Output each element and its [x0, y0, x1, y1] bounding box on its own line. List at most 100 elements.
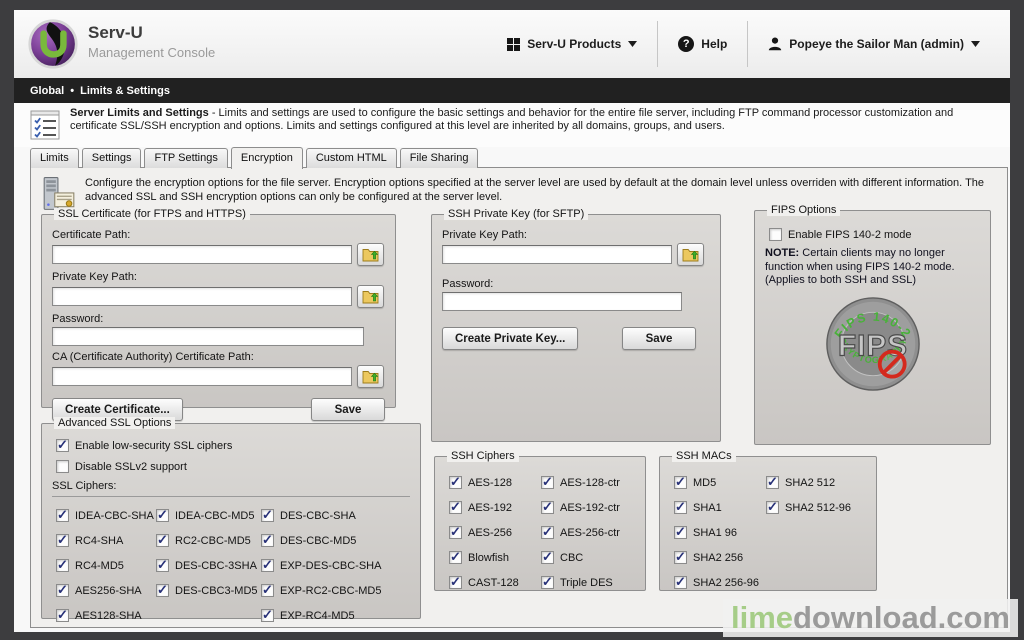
fips-140-2-badge: FIPS 140-2 CRYPTOGRAPHY FIPS: [825, 296, 921, 392]
checkbox[interactable]: [261, 559, 274, 572]
checkbox[interactable]: [674, 551, 687, 564]
tab[interactable]: File Sharing: [400, 148, 479, 168]
cipher-checkbox-row[interactable]: EXP-DES-CBC-SHA: [261, 557, 381, 574]
checkbox[interactable]: [541, 476, 554, 489]
checkbox[interactable]: [56, 509, 69, 522]
enable-fips-checkbox-row[interactable]: Enable FIPS 140-2 mode: [769, 226, 980, 243]
checkbox-label: SHA2 512-96: [785, 502, 851, 514]
cipher-checkbox-row[interactable]: AES-256: [449, 524, 541, 541]
mac-checkbox-row[interactable]: SHA1: [674, 499, 766, 516]
ssl-cipher-column: IDEA-CBC-SHA RC4-SHA RC4-MD5: [56, 503, 156, 628]
mac-checkbox-row[interactable]: SHA1 96: [674, 524, 766, 541]
cipher-checkbox-row[interactable]: AES256-SHA: [56, 582, 156, 599]
checkbox[interactable]: [766, 501, 779, 514]
user-menu[interactable]: Popeye the Sailor Man (admin): [748, 37, 1000, 51]
browse-ssh-private-key-button[interactable]: [677, 243, 704, 266]
ssh-save-button[interactable]: Save: [622, 327, 696, 350]
cipher-checkbox-row[interactable]: DES-CBC-3SHA: [156, 557, 261, 574]
screenshot-frame: Serv-U Management Console Serv-U Product…: [0, 0, 1024, 640]
checkbox[interactable]: [261, 584, 274, 597]
cipher-checkbox-row[interactable]: AES-128: [449, 474, 541, 491]
checkbox[interactable]: [541, 576, 554, 589]
checkbox[interactable]: [156, 559, 169, 572]
cipher-checkbox-row[interactable]: Triple DES: [541, 574, 620, 591]
ssl-private-key-path-input[interactable]: [52, 287, 352, 306]
app-title: Serv-U: [88, 23, 215, 43]
checkbox[interactable]: [674, 476, 687, 489]
ssl-option-checkbox-row[interactable]: Enable low-security SSL ciphers: [56, 437, 410, 454]
checkbox[interactable]: [56, 559, 69, 572]
cipher-checkbox-row[interactable]: RC2-CBC-MD5: [156, 532, 261, 549]
cipher-checkbox-row[interactable]: EXP-RC4-MD5: [261, 607, 381, 624]
checkbox[interactable]: [766, 476, 779, 489]
checkbox[interactable]: [449, 526, 462, 539]
checkbox[interactable]: [674, 501, 687, 514]
tab[interactable]: Limits: [30, 148, 79, 168]
ssh-private-key-path-input[interactable]: [442, 245, 672, 264]
checkbox[interactable]: [56, 439, 69, 452]
cipher-checkbox-row[interactable]: Blowfish: [449, 549, 541, 566]
ca-certificate-path-input[interactable]: [52, 367, 352, 386]
checkbox[interactable]: [449, 476, 462, 489]
checkbox[interactable]: [56, 460, 69, 473]
mac-checkbox-row[interactable]: SHA2 256: [674, 549, 766, 566]
checkbox[interactable]: [449, 501, 462, 514]
checkbox-label: SHA1: [693, 502, 722, 514]
mac-checkbox-row[interactable]: SHA2 512: [766, 474, 851, 491]
cipher-checkbox-row[interactable]: IDEA-CBC-SHA: [56, 507, 156, 524]
products-menu[interactable]: Serv-U Products: [487, 37, 657, 51]
checkbox[interactable]: [156, 584, 169, 597]
mac-checkbox-row[interactable]: SHA2 512-96: [766, 499, 851, 516]
checkbox[interactable]: [56, 534, 69, 547]
mac-checkbox-row[interactable]: MD5: [674, 474, 766, 491]
help-menu[interactable]: ? Help: [658, 36, 747, 52]
cipher-checkbox-row[interactable]: AES-128-ctr: [541, 474, 620, 491]
tab[interactable]: FTP Settings: [144, 148, 227, 168]
checkbox[interactable]: [674, 576, 687, 589]
checkbox-label: Enable FIPS 140-2 mode: [788, 229, 912, 241]
cipher-checkbox-row[interactable]: IDEA-CBC-MD5: [156, 507, 261, 524]
checkbox[interactable]: [56, 609, 69, 622]
tab[interactable]: Custom HTML: [306, 148, 397, 168]
browse-certificate-path-button[interactable]: [357, 243, 384, 266]
browse-private-key-path-button[interactable]: [357, 285, 384, 308]
tab[interactable]: Encryption: [231, 147, 303, 169]
app-window: Serv-U Management Console Serv-U Product…: [14, 10, 1010, 632]
checkbox[interactable]: [449, 551, 462, 564]
cipher-checkbox-row[interactable]: AES-256-ctr: [541, 524, 620, 541]
cipher-checkbox-row[interactable]: AES-192-ctr: [541, 499, 620, 516]
checkbox[interactable]: [156, 534, 169, 547]
ssl-password-input[interactable]: [52, 327, 364, 346]
checkbox-label: AES-256: [468, 527, 512, 539]
cipher-checkbox-row[interactable]: RC4-MD5: [56, 557, 156, 574]
cipher-checkbox-row[interactable]: EXP-RC2-CBC-MD5: [261, 582, 381, 599]
cipher-checkbox-row[interactable]: AES128-SHA: [56, 607, 156, 624]
checkbox[interactable]: [449, 576, 462, 589]
checkbox[interactable]: [674, 526, 687, 539]
cipher-checkbox-row[interactable]: RC4-SHA: [56, 532, 156, 549]
checkbox[interactable]: [541, 501, 554, 514]
cipher-checkbox-row[interactable]: AES-192: [449, 499, 541, 516]
checkbox[interactable]: [541, 551, 554, 564]
cipher-checkbox-row[interactable]: DES-CBC3-MD5: [156, 582, 261, 599]
ssh-password-input[interactable]: [442, 292, 682, 311]
tab[interactable]: Settings: [82, 148, 142, 168]
checkbox[interactable]: [541, 526, 554, 539]
checkbox[interactable]: [261, 509, 274, 522]
mac-checkbox-row[interactable]: SHA2 256-96: [674, 574, 766, 591]
cipher-checkbox-row[interactable]: DES-CBC-MD5: [261, 532, 381, 549]
cipher-checkbox-row[interactable]: CBC: [541, 549, 620, 566]
create-private-key-button[interactable]: Create Private Key...: [442, 327, 578, 350]
checkbox[interactable]: [261, 534, 274, 547]
ssh-macs-legend: SSH MACs: [672, 450, 736, 462]
cipher-checkbox-row[interactable]: DES-CBC-SHA: [261, 507, 381, 524]
checkbox[interactable]: [156, 509, 169, 522]
checkbox[interactable]: [769, 228, 782, 241]
browse-ca-certificate-path-button[interactable]: [357, 365, 384, 388]
cipher-checkbox-row[interactable]: CAST-128: [449, 574, 541, 591]
ssl-option-checkbox-row[interactable]: Disable SSLv2 support: [56, 458, 410, 475]
certificate-path-input[interactable]: [52, 245, 352, 264]
checkbox[interactable]: [56, 584, 69, 597]
checkbox[interactable]: [261, 609, 274, 622]
breadcrumb-root[interactable]: Global: [30, 85, 64, 97]
